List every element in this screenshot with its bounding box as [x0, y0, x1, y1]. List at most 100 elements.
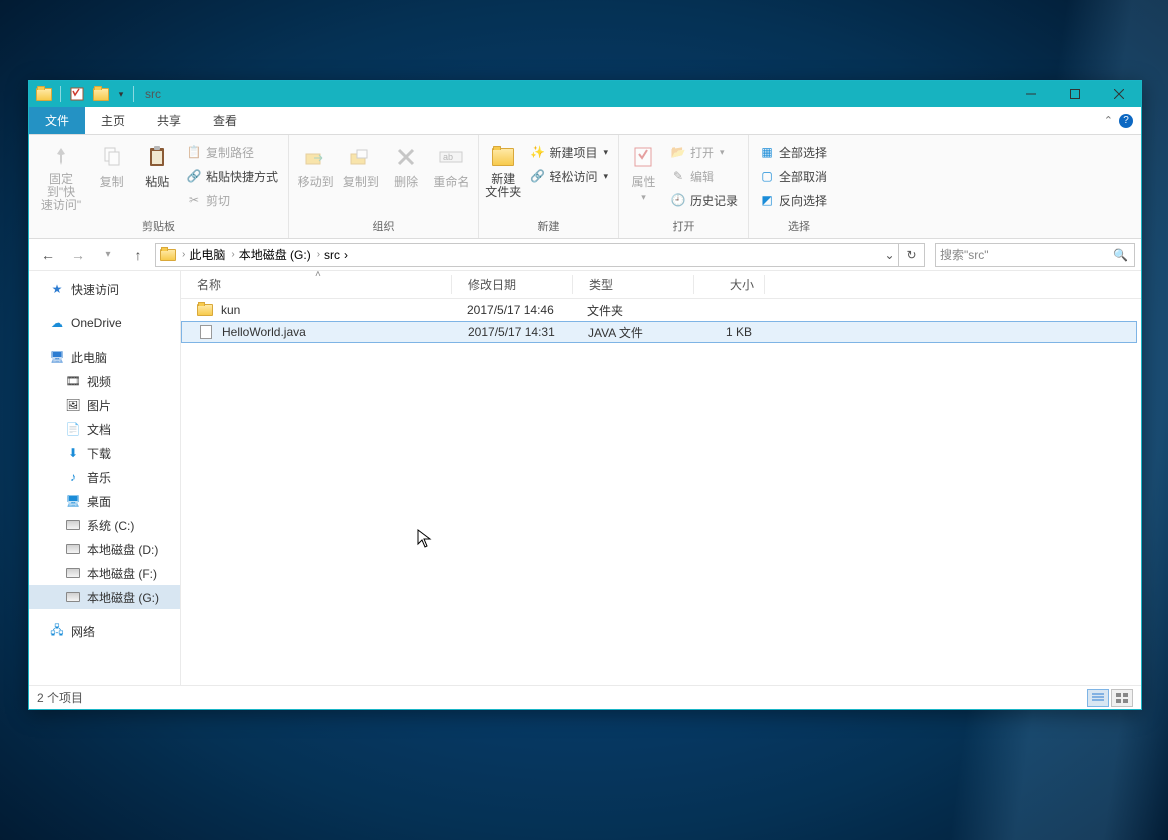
- forward-button[interactable]: →: [65, 243, 91, 267]
- properties-button[interactable]: 属性▾: [625, 139, 662, 203]
- history-button[interactable]: 🕘历史记录: [666, 189, 742, 211]
- music-icon: ♪: [65, 470, 81, 484]
- selectall-button[interactable]: ▦全部选择: [755, 141, 831, 163]
- sort-indicator-icon: ˄: [315, 269, 321, 280]
- crumb-drive[interactable]: 本地磁盘 (G:): [239, 246, 311, 263]
- refresh-button[interactable]: ↻: [899, 243, 925, 267]
- file-type: JAVA 文件: [572, 324, 692, 341]
- view-details-button[interactable]: [1087, 689, 1109, 707]
- view-icons-button[interactable]: [1111, 689, 1133, 707]
- qat-properties-icon[interactable]: [66, 83, 88, 105]
- sidebar-quickaccess[interactable]: ★快速访问: [29, 277, 180, 301]
- pc-icon: 🖥: [49, 350, 65, 364]
- file-type: 文件夹: [571, 302, 691, 319]
- search-input[interactable]: 搜索"src" 🔍: [935, 243, 1135, 267]
- invert-icon: ◩: [759, 192, 775, 208]
- disk-icon: [65, 566, 81, 580]
- col-size[interactable]: 大小: [694, 276, 764, 293]
- file-list: ˄ 名称 修改日期 类型 大小 kun 2017/5/17 14:46文件夹 Hel…: [181, 271, 1141, 685]
- file-row[interactable]: kun 2017/5/17 14:46文件夹: [181, 299, 1141, 321]
- group-select-label: 选择: [749, 216, 849, 238]
- qat-newfolder-icon[interactable]: [90, 83, 112, 105]
- sidebar-disk-f[interactable]: 本地磁盘 (F:): [29, 561, 180, 585]
- crumb-folder[interactable]: src: [324, 248, 340, 262]
- close-button[interactable]: [1097, 81, 1141, 107]
- edit-button[interactable]: ✎编辑: [666, 165, 742, 187]
- sidebar-pictures[interactable]: 🖼图片: [29, 393, 180, 417]
- tab-home[interactable]: 主页: [85, 107, 141, 134]
- shortcut-icon: 🔗: [186, 168, 202, 184]
- copy-button[interactable]: 复制: [91, 139, 133, 190]
- sidebar-documents[interactable]: 📄文档: [29, 417, 180, 441]
- qat-dropdown-icon[interactable]: ▾: [114, 83, 128, 105]
- downloads-icon: ⬇: [65, 446, 81, 460]
- list-header[interactable]: ˄ 名称 修改日期 类型 大小: [181, 271, 1141, 299]
- sidebar-disk-d[interactable]: 本地磁盘 (D:): [29, 537, 180, 561]
- back-button[interactable]: ←: [35, 243, 61, 267]
- sidebar-disk-c[interactable]: 系统 (C:): [29, 513, 180, 537]
- sidebar-disk-g[interactable]: 本地磁盘 (G:): [29, 585, 180, 609]
- file-icon: [198, 325, 214, 339]
- paste-shortcut-button[interactable]: 🔗粘贴快捷方式: [182, 165, 282, 187]
- sidebar-video[interactable]: 🎞视频: [29, 369, 180, 393]
- up-button[interactable]: ↑: [125, 243, 151, 267]
- tab-view[interactable]: 查看: [197, 107, 253, 134]
- ribbon-collapse-icon[interactable]: ⌃: [1104, 114, 1113, 127]
- col-type[interactable]: 类型: [573, 276, 693, 293]
- file-name: kun: [221, 303, 240, 317]
- app-icon: [33, 83, 55, 105]
- easyaccess-button[interactable]: 🔗轻松访问▾: [525, 165, 612, 187]
- network-icon: 🖧: [49, 624, 65, 638]
- recent-dropdown[interactable]: ▾: [95, 243, 121, 267]
- copyto-button[interactable]: 复制到: [340, 139, 381, 190]
- file-name: HelloWorld.java: [222, 325, 306, 339]
- addr-dropdown-icon[interactable]: ⌄: [880, 244, 898, 266]
- easyaccess-icon: 🔗: [529, 168, 545, 184]
- cut-button[interactable]: ✂剪切: [182, 189, 282, 211]
- file-size: 1 KB: [692, 325, 762, 339]
- col-date[interactable]: 修改日期: [452, 276, 572, 293]
- minimize-button[interactable]: [1009, 81, 1053, 107]
- sidebar-music[interactable]: ♪音乐: [29, 465, 180, 489]
- sidebar-network[interactable]: 🖧网络: [29, 619, 180, 643]
- search-placeholder: 搜索"src": [940, 246, 989, 263]
- pin-quickaccess-button[interactable]: 固定到"快 速访问": [35, 139, 87, 212]
- documents-icon: 📄: [65, 422, 81, 436]
- copy-path-button[interactable]: 📋复制路径: [182, 141, 282, 163]
- sidebar-thispc[interactable]: 🖥此电脑: [29, 345, 180, 369]
- cloud-icon: ☁: [49, 316, 65, 330]
- paste-button[interactable]: 粘贴: [136, 139, 178, 190]
- crumb-pc[interactable]: 此电脑: [189, 246, 225, 263]
- open-button[interactable]: 📂打开▾: [666, 141, 742, 163]
- sidebar-onedrive[interactable]: ☁OneDrive: [29, 311, 180, 335]
- tab-file[interactable]: 文件: [29, 107, 85, 134]
- open-icon: 📂: [670, 144, 686, 160]
- moveto-button[interactable]: 移动到: [295, 139, 336, 190]
- title-bar[interactable]: ▾ src: [29, 81, 1141, 107]
- window-title: src: [145, 87, 161, 101]
- copyto-icon: [346, 143, 376, 171]
- ribbon-tabs: 文件 主页 共享 查看 ⌃ ?: [29, 107, 1141, 135]
- disk-icon: [65, 518, 81, 532]
- invertselect-button[interactable]: ◩反向选择: [755, 189, 831, 211]
- rename-button[interactable]: ab重命名: [431, 139, 472, 190]
- desktop-icon: 🖥: [65, 494, 81, 508]
- selectall-icon: ▦: [759, 144, 775, 160]
- copy-icon: [97, 143, 127, 171]
- sidebar-desktop[interactable]: 🖥桌面: [29, 489, 180, 513]
- explorer-window: ▾ src 文件 主页 共享 查看 ⌃ ? 固定到"快 速访问": [28, 80, 1142, 710]
- sidebar-downloads[interactable]: ⬇下载: [29, 441, 180, 465]
- delete-button[interactable]: 删除: [386, 139, 427, 190]
- maximize-button[interactable]: [1053, 81, 1097, 107]
- selectnone-button[interactable]: ▢全部取消: [755, 165, 831, 187]
- address-bar[interactable]: ›此电脑 ›本地磁盘 (G:) ›src › ⌄: [155, 243, 899, 267]
- cut-icon: ✂: [186, 192, 202, 208]
- pictures-icon: 🖼: [65, 398, 81, 412]
- newfolder-button[interactable]: 新建 文件夹: [485, 139, 521, 199]
- newitem-button[interactable]: ✨新建项目▾: [525, 141, 612, 163]
- help-icon[interactable]: ?: [1119, 114, 1133, 128]
- file-row[interactable]: HelloWorld.java2017/5/17 14:31JAVA 文件1 K…: [181, 321, 1137, 343]
- file-date: 2017/5/17 14:46: [451, 303, 571, 317]
- search-icon: 🔍: [1113, 248, 1128, 262]
- tab-share[interactable]: 共享: [141, 107, 197, 134]
